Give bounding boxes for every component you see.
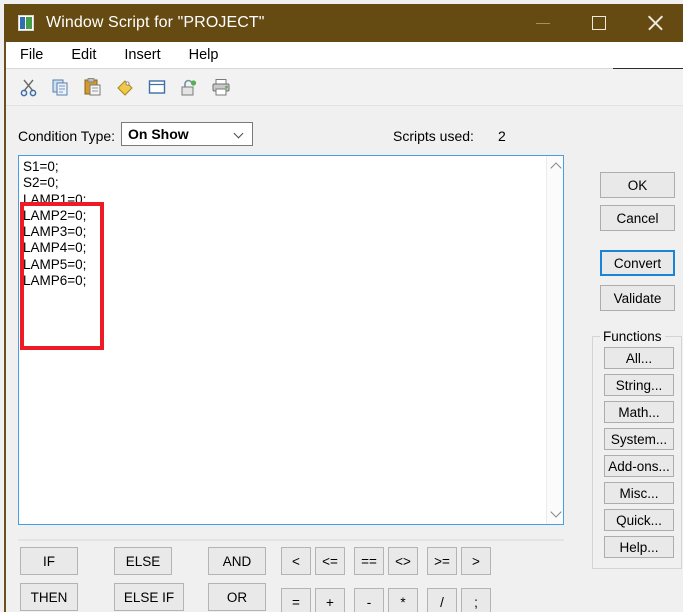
op-lte-button[interactable]: <= (315, 547, 345, 575)
print-icon[interactable] (208, 74, 234, 100)
scripts-used-label: Scripts used: (393, 128, 474, 144)
unlock-icon[interactable] (176, 74, 202, 100)
window-icon[interactable] (144, 74, 170, 100)
scripts-used-count: 2 (498, 128, 506, 144)
op-gte-button[interactable]: >= (427, 547, 457, 575)
op-and-button[interactable]: AND (208, 547, 266, 575)
op-assign-button[interactable]: = (281, 588, 311, 612)
tag-icon[interactable] (112, 74, 138, 100)
script-editor-window: Window Script for "PROJECT" File Edit In… (0, 0, 683, 612)
op-then-button[interactable]: THEN (20, 583, 78, 611)
functions-addons-button[interactable]: Add-ons... (604, 455, 674, 477)
paste-icon[interactable] (80, 74, 106, 100)
functions-all-button[interactable]: All... (604, 347, 674, 369)
op-lt-button[interactable]: < (281, 547, 311, 575)
operator-panel-divider (18, 539, 564, 541)
condition-type-label: Condition Type: (18, 128, 116, 144)
close-icon (646, 14, 664, 32)
functions-math-button[interactable]: Math... (604, 401, 674, 423)
copy-icon[interactable] (48, 74, 74, 100)
toolbar-separator (6, 105, 683, 106)
menu-item-edit[interactable]: Edit (69, 45, 98, 65)
minimize-icon (536, 22, 550, 24)
op-minus-button[interactable]: - (354, 588, 384, 612)
scroll-down-icon[interactable] (547, 505, 564, 522)
window-body: File Edit Insert Help Condition Type: On… (4, 42, 683, 612)
menu-bar: File Edit Insert Help (6, 42, 683, 68)
functions-system-button[interactable]: System... (604, 428, 674, 450)
menu-item-insert[interactable]: Insert (122, 45, 162, 65)
functions-string-button[interactable]: String... (604, 374, 674, 396)
op-else-if-button[interactable]: ELSE IF (114, 583, 184, 611)
functions-misc-button[interactable]: Misc... (604, 482, 674, 504)
minimize-button[interactable] (515, 4, 571, 42)
functions-help-button[interactable]: Help... (604, 536, 674, 558)
editor-scrollbar[interactable] (546, 156, 563, 524)
op-gt-button[interactable]: > (461, 547, 491, 575)
op-or-button[interactable]: OR (208, 583, 266, 611)
maximize-button[interactable] (571, 4, 627, 42)
script-window-icon (18, 15, 34, 31)
convert-button[interactable]: Convert (600, 250, 675, 276)
op-noteq-button[interactable]: <> (388, 547, 418, 575)
functions-quick-button[interactable]: Quick... (604, 509, 674, 531)
menu-item-file[interactable]: File (18, 45, 45, 65)
op-eqeq-button[interactable]: == (354, 547, 384, 575)
op-multiply-button[interactable]: * (388, 588, 418, 612)
cancel-button[interactable]: Cancel (600, 205, 675, 231)
maximize-icon (592, 16, 606, 30)
validate-button[interactable]: Validate (600, 285, 675, 311)
op-if-button[interactable]: IF (20, 547, 78, 575)
op-semicolon-button[interactable]: ; (461, 588, 491, 612)
window-controls (515, 4, 683, 42)
functions-group-title: Functions (600, 329, 665, 344)
op-plus-button[interactable]: + (315, 588, 345, 612)
toolbar (6, 69, 683, 105)
condition-type-value: On Show (128, 126, 189, 142)
script-code-text[interactable]: S1=0; S2=0; LAMP1=0; LAMP2=0; LAMP3=0; L… (23, 159, 86, 289)
script-editor[interactable]: S1=0; S2=0; LAMP1=0; LAMP2=0; LAMP3=0; L… (18, 155, 564, 525)
menu-item-help[interactable]: Help (187, 45, 221, 65)
op-else-button[interactable]: ELSE (114, 547, 172, 575)
ok-button[interactable]: OK (600, 172, 675, 198)
cut-icon[interactable] (16, 74, 42, 100)
scroll-up-icon[interactable] (547, 158, 564, 175)
close-button[interactable] (627, 4, 683, 42)
window-title: Window Script for "PROJECT" (46, 14, 265, 31)
title-bar[interactable]: Window Script for "PROJECT" (4, 4, 683, 42)
chevron-down-icon (235, 129, 244, 138)
op-divide-button[interactable]: / (427, 588, 457, 612)
functions-groupbox (592, 336, 682, 569)
condition-type-select[interactable]: On Show (121, 122, 253, 146)
